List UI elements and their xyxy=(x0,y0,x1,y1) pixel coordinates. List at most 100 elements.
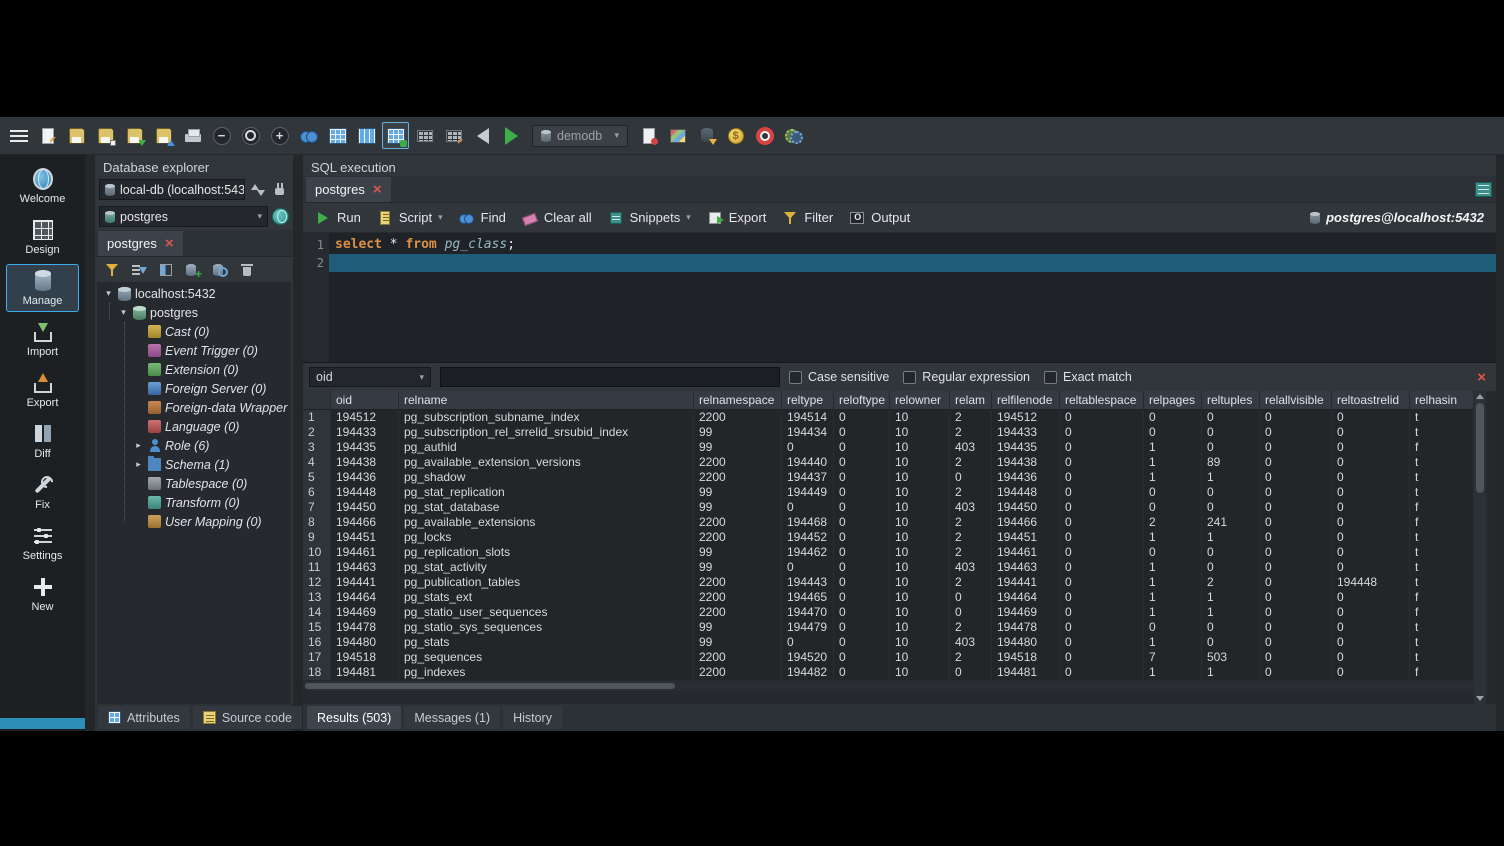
appbar-item-manage[interactable]: Manage xyxy=(6,264,79,312)
snippets-button[interactable]: Snippets▾ xyxy=(600,205,699,231)
column-header-relam[interactable]: relam xyxy=(950,391,992,409)
cell[interactable]: 194438 xyxy=(331,455,399,470)
cell[interactable]: 0 xyxy=(1060,545,1144,560)
cell[interactable]: 10 xyxy=(890,515,950,530)
cell[interactable]: 194512 xyxy=(992,410,1060,425)
cell[interactable]: 7 xyxy=(1144,650,1202,665)
cell[interactable]: 0 xyxy=(834,665,890,680)
cell[interactable]: 0 xyxy=(1260,635,1332,650)
cell[interactable]: 194449 xyxy=(782,485,834,500)
row-number[interactable]: 9 xyxy=(303,530,331,545)
column-header-relhasin[interactable]: relhasin xyxy=(1410,391,1474,409)
appbar-item-design[interactable]: Design xyxy=(6,213,79,261)
cell[interactable]: pg_stats_ext xyxy=(399,590,694,605)
cell[interactable]: 194464 xyxy=(331,590,399,605)
cell[interactable]: 10 xyxy=(890,560,950,575)
cell[interactable]: f xyxy=(1410,500,1474,515)
connection-selector-combo[interactable]: local-db (localhost:5432) ▾ xyxy=(99,179,245,200)
tree-item-postgres[interactable]: ▾postgres xyxy=(97,303,291,322)
cell[interactable]: 194482 xyxy=(782,665,834,680)
cell[interactable]: 0 xyxy=(834,485,890,500)
cell[interactable]: 0 xyxy=(1144,425,1202,440)
cell[interactable]: 0 xyxy=(1332,635,1410,650)
cell[interactable]: 0 xyxy=(1144,620,1202,635)
vertical-scrollbar[interactable] xyxy=(1474,391,1486,704)
cell[interactable]: 0 xyxy=(834,500,890,515)
cell[interactable]: 194461 xyxy=(331,545,399,560)
cell[interactable]: 2 xyxy=(1202,575,1260,590)
row-number[interactable]: 5 xyxy=(303,470,331,485)
row-number[interactable]: 3 xyxy=(303,440,331,455)
print-button[interactable] xyxy=(179,122,206,149)
cell[interactable]: 194448 xyxy=(331,485,399,500)
row-number[interactable]: 2 xyxy=(303,425,331,440)
regular-expression-checkbox[interactable]: Regular expression xyxy=(903,370,1030,384)
cell[interactable]: 194520 xyxy=(782,650,834,665)
cell[interactable]: 0 xyxy=(1202,635,1260,650)
cell[interactable]: 2200 xyxy=(694,455,782,470)
cell[interactable]: pg_stats xyxy=(399,635,694,650)
cell[interactable]: pg_available_extensions xyxy=(399,515,694,530)
cell[interactable]: 194435 xyxy=(992,440,1060,455)
tree-item-schema-1[interactable]: ▸Schema (1) xyxy=(97,455,291,474)
new-script-button[interactable] xyxy=(34,122,61,149)
cell[interactable]: 194441 xyxy=(992,575,1060,590)
cell[interactable]: 0 xyxy=(1332,605,1410,620)
cell[interactable]: 194465 xyxy=(782,590,834,605)
tree-item-role-6[interactable]: ▸Role (6) xyxy=(97,436,291,455)
tree-item-localhost-5432[interactable]: ▾localhost:5432 xyxy=(97,284,291,303)
grid-columns-button[interactable] xyxy=(353,122,380,149)
explorer-tab-postgres[interactable]: postgres × xyxy=(98,231,183,256)
tab-messages-1[interactable]: Messages (1) xyxy=(404,706,500,729)
cell[interactable]: 0 xyxy=(1144,485,1202,500)
cell[interactable]: 0 xyxy=(1260,500,1332,515)
column-header-reltype[interactable]: reltype xyxy=(782,391,834,409)
close-icon[interactable]: × xyxy=(165,236,174,251)
clear-all-button[interactable]: Clear all xyxy=(514,205,600,231)
cell[interactable]: 1 xyxy=(1144,560,1202,575)
sql-editor[interactable]: 12 select * from pg_class; xyxy=(303,233,1496,363)
cell[interactable]: 0 xyxy=(1260,425,1332,440)
cell[interactable]: 0 xyxy=(1260,590,1332,605)
tree-item-tablespace-0[interactable]: Tablespace (0) xyxy=(97,474,291,493)
filter-button[interactable]: Filter xyxy=(774,205,841,231)
cell[interactable]: 194481 xyxy=(992,665,1060,680)
cell[interactable]: 0 xyxy=(834,530,890,545)
cell[interactable]: 99 xyxy=(694,545,782,560)
diagram-button[interactable] xyxy=(411,122,438,149)
diagram-edit-button[interactable] xyxy=(440,122,467,149)
appbar-item-fix[interactable]: Fix xyxy=(6,468,79,516)
cell[interactable]: 0 xyxy=(1060,530,1144,545)
appbar-item-new[interactable]: New xyxy=(6,570,79,618)
cell[interactable]: 2200 xyxy=(694,650,782,665)
cell[interactable]: 99 xyxy=(694,620,782,635)
cell[interactable]: 1 xyxy=(1144,575,1202,590)
cell[interactable]: t xyxy=(1410,560,1474,575)
cell[interactable]: 2200 xyxy=(694,605,782,620)
tree-item-language-0[interactable]: Language (0) xyxy=(97,417,291,436)
cell[interactable]: 10 xyxy=(890,485,950,500)
cell[interactable]: 194463 xyxy=(331,560,399,575)
run-button[interactable]: Run xyxy=(307,205,369,231)
editor-line[interactable] xyxy=(329,254,1496,272)
find-button[interactable] xyxy=(295,122,322,149)
cell[interactable]: 2 xyxy=(950,410,992,425)
filter-button[interactable] xyxy=(104,262,120,278)
cell[interactable]: 99 xyxy=(694,635,782,650)
cell[interactable]: 0 xyxy=(1260,665,1332,680)
cell[interactable]: 194478 xyxy=(331,620,399,635)
find-button[interactable]: Find xyxy=(451,205,514,231)
cell[interactable]: 0 xyxy=(1260,620,1332,635)
cell[interactable]: 2200 xyxy=(694,515,782,530)
cell[interactable]: 0 xyxy=(1060,470,1144,485)
cell[interactable]: 194462 xyxy=(782,545,834,560)
cell[interactable]: 0 xyxy=(834,455,890,470)
cell[interactable]: f xyxy=(1410,605,1474,620)
row-number[interactable]: 6 xyxy=(303,485,331,500)
connect-icon[interactable] xyxy=(271,181,289,199)
cell[interactable]: 194469 xyxy=(331,605,399,620)
cell[interactable]: 194480 xyxy=(331,635,399,650)
row-number[interactable]: 12 xyxy=(303,575,331,590)
cell[interactable]: 403 xyxy=(950,440,992,455)
cell[interactable]: 0 xyxy=(1260,575,1332,590)
